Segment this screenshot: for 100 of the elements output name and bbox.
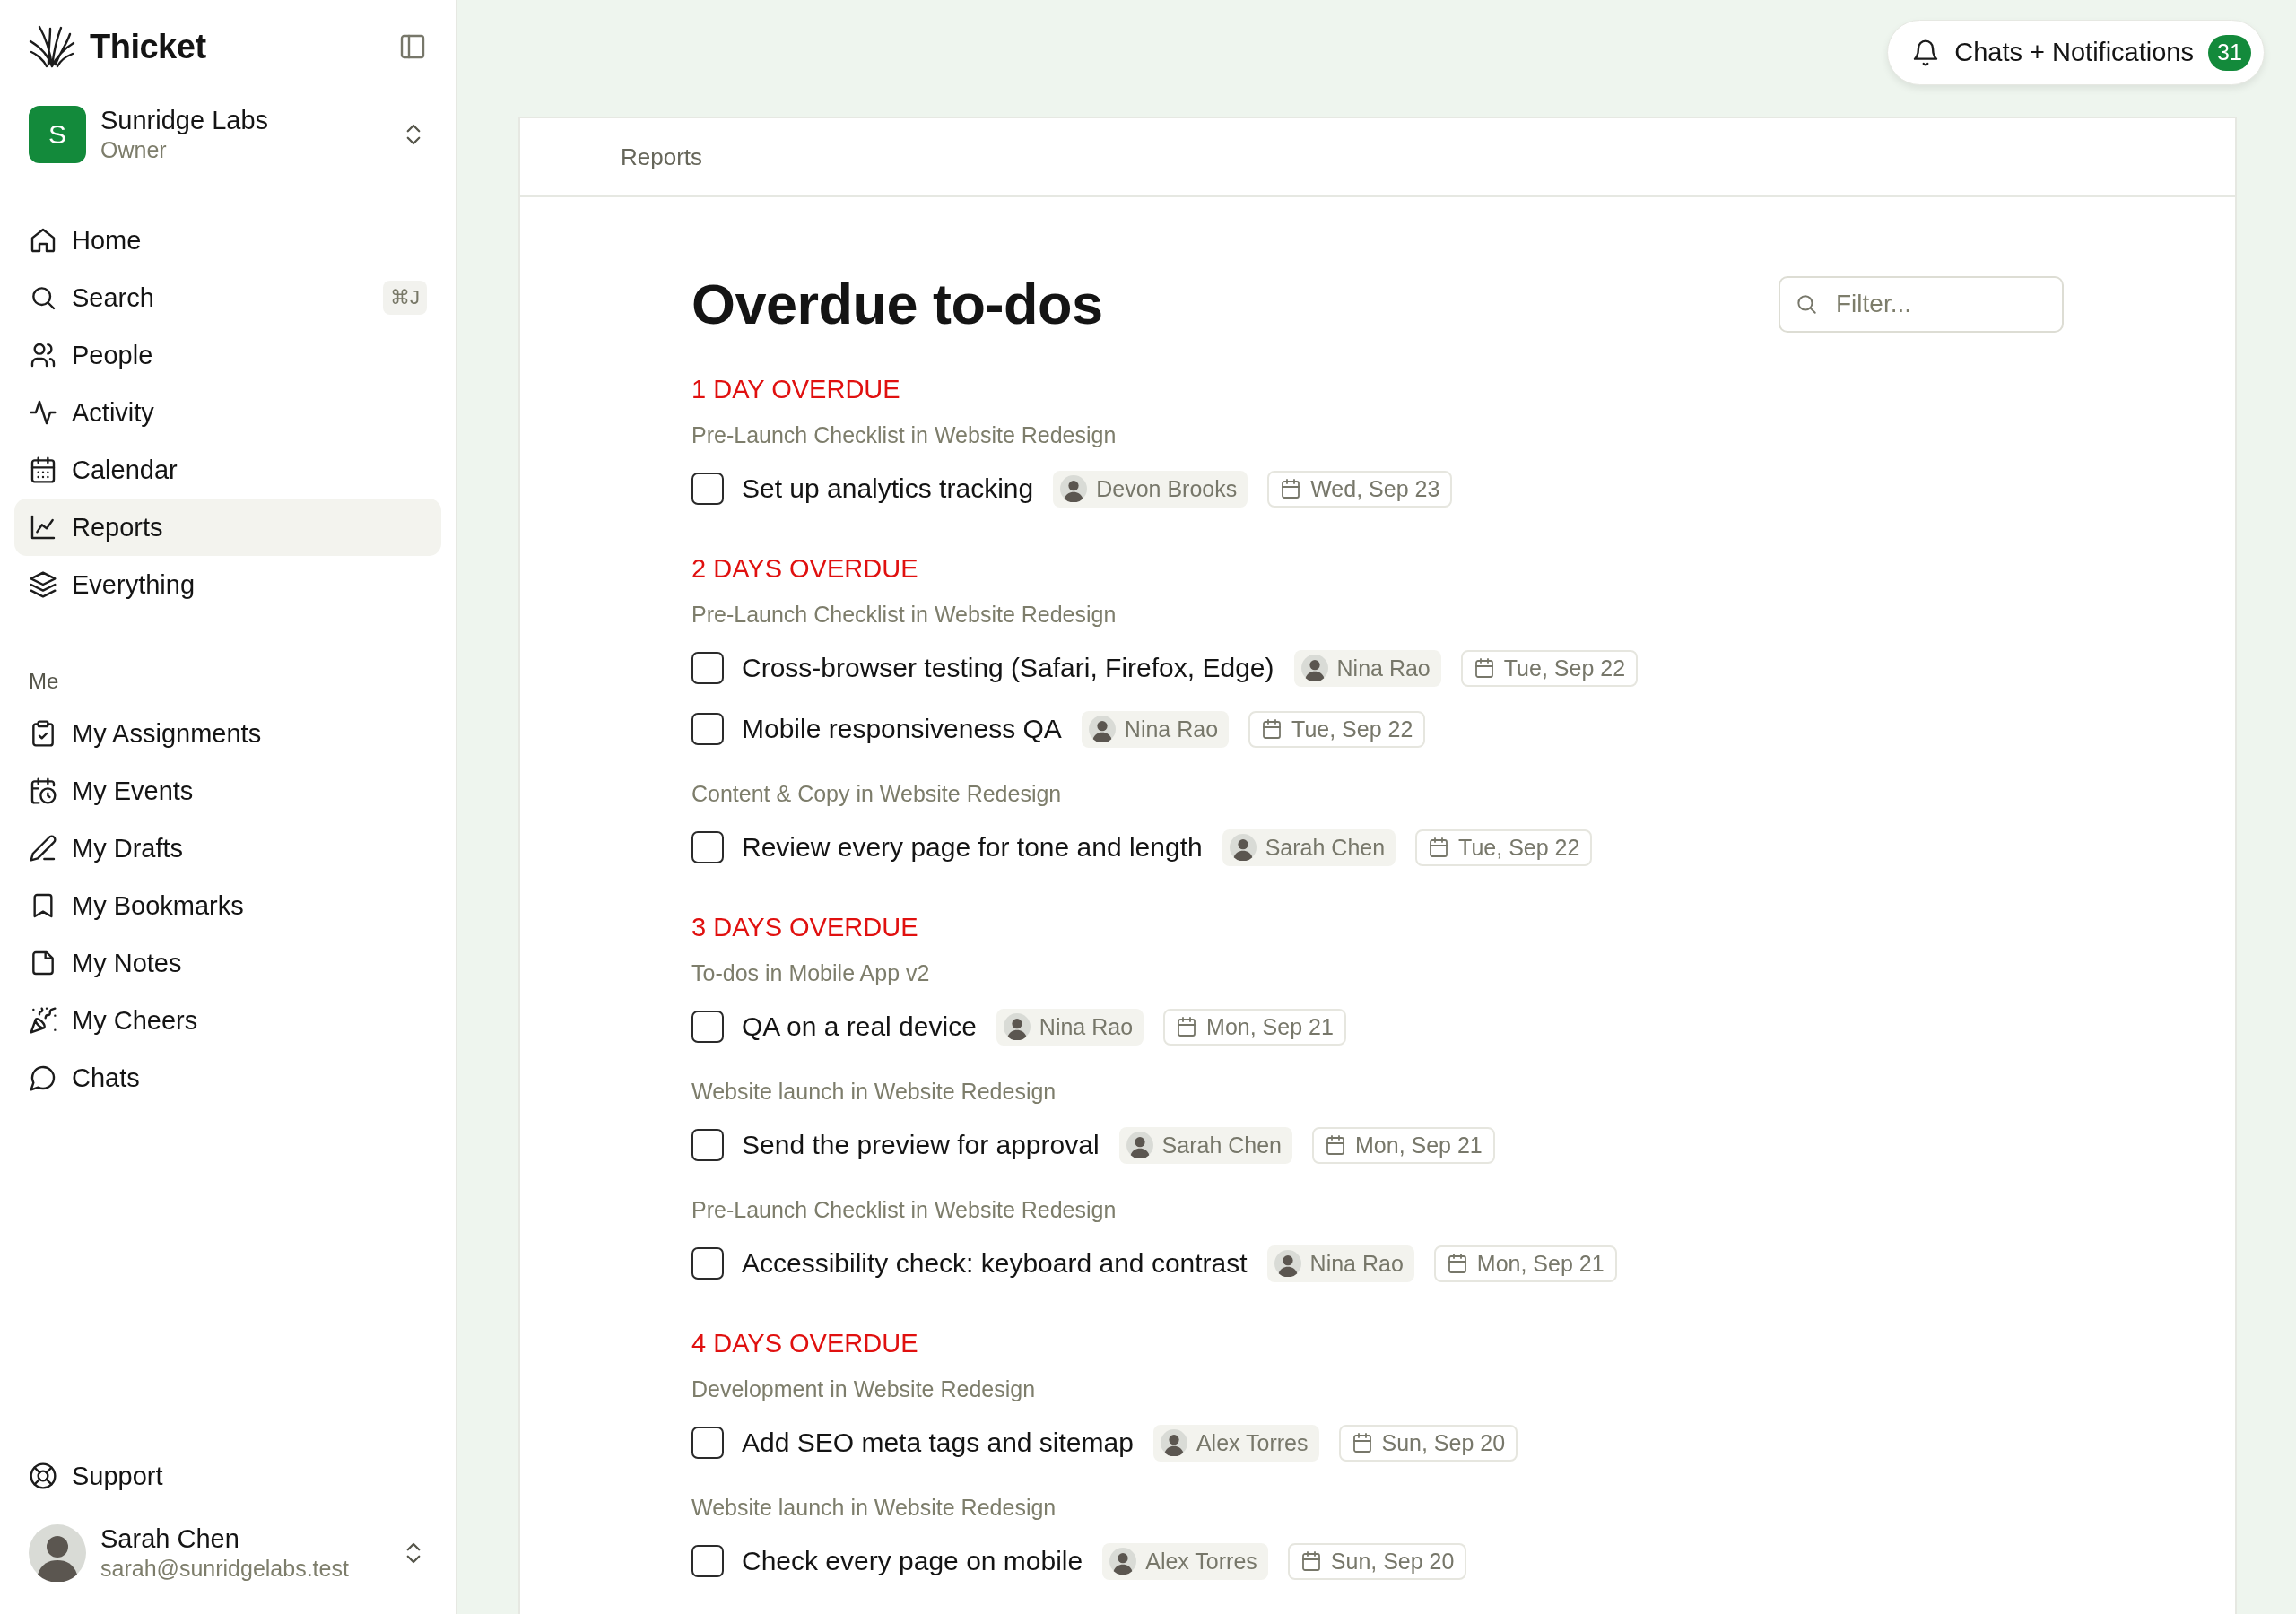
due-date-chip[interactable]: Tue, Sep 22 [1415,829,1593,866]
chat-bubble-icon [29,1063,57,1092]
todo-title[interactable]: Mobile responsiveness QA [742,714,1062,744]
calendar-clock-icon [29,777,57,805]
list-name: Website launch in Website Redesign [691,1494,1057,1522]
checkbox[interactable] [691,1129,724,1161]
assignee-chip[interactable]: Sarah Chen [1118,1126,1292,1164]
group-heading: 4 DAYS OVERDUE [691,1328,919,1359]
assignee-name: Nina Rao [1124,716,1219,742]
support-link[interactable]: Support [14,1447,441,1505]
avatar [1229,834,1257,861]
assignee-chip[interactable]: Nina Rao [1081,710,1230,748]
calendar-icon [1473,657,1495,679]
assignee-chip[interactable]: Sarah Chen [1222,829,1396,866]
list-name: Website launch in Website Redesign [691,1078,1057,1106]
nav-item[interactable]: My Assignments [14,705,441,762]
checkbox[interactable] [691,1011,724,1043]
due-date: Sun, Sep 20 [1330,1548,1455,1575]
todo-title[interactable]: Cross-browser testing (Safari, Firefox, Edge) [742,653,1274,683]
list-name: To-dos in Mobile App v2 [691,959,931,987]
avatar [1060,475,1088,502]
todo-title[interactable]: Set up analytics tracking [742,473,1034,504]
people-icon [29,341,57,369]
avatar [29,1524,86,1582]
assignee-chip[interactable]: Nina Rao [1293,649,1441,687]
line-chart-icon [29,513,57,542]
due-date-chip[interactable]: Mon, Sep 21 [1312,1126,1495,1164]
due-date: Mon, Sep 21 [1355,1132,1483,1158]
assignee-chip[interactable]: Nina Rao [1266,1245,1414,1282]
todo-title[interactable]: Check every page on mobile [742,1546,1083,1576]
nav-item[interactable]: My Bookmarks [14,877,441,934]
sidebar-toggle-icon[interactable] [398,32,427,61]
due-date-chip[interactable]: Mon, Sep 21 [1163,1008,1346,1046]
layers-icon [29,570,57,599]
assignee-chip[interactable]: Alex Torres [1102,1542,1268,1580]
assignee-name: Sarah Chen [1161,1132,1282,1158]
todo-title[interactable]: Accessibility check: keyboard and contrast [742,1248,1248,1279]
shortcut-key: ⌘J [383,281,427,315]
checkbox[interactable] [691,1545,724,1577]
checkbox[interactable] [691,713,724,745]
breadcrumb[interactable]: Reports [621,143,703,171]
nav-item[interactable]: My Events [14,762,441,820]
group-heading: 1 DAY OVERDUE [691,374,901,405]
notifications-button[interactable]: Chats + Notifications 31 [1887,20,2265,85]
due-date: Tue, Sep 22 [1503,655,1626,681]
checkbox[interactable] [691,831,724,863]
nav-item[interactable]: Search ⌘J [14,269,441,326]
due-date-chip[interactable]: Tue, Sep 22 [1248,710,1426,748]
workspace-name: Sunridge Labs [100,106,270,135]
calendar-icon [29,456,57,484]
calendar-icon [1280,478,1302,499]
group-heading: 2 DAYS OVERDUE [691,553,919,585]
assignee-name: Nina Rao [1039,1013,1134,1040]
list-name: Content & Copy in Website Redesign [691,780,1063,808]
nav-item[interactable]: Home [14,212,441,269]
nav-item[interactable]: Chats [14,1049,441,1106]
avatar [1109,1548,1137,1575]
section-heading: Me [28,668,60,694]
list-name: Pre-Launch Checklist in Website Redesign [691,601,1118,629]
todo-title[interactable]: Review every page for tone and length [742,832,1203,863]
assignee-name: Alex Torres [1196,1429,1309,1456]
todo-title[interactable]: QA on a real device [742,1011,977,1042]
nav-item[interactable]: People [14,326,441,384]
checkbox[interactable] [691,1247,724,1280]
home-icon [29,226,57,255]
assignee-chip[interactable]: Alex Torres [1152,1424,1319,1462]
page-title: Overdue to-dos [691,272,1103,336]
list-name: Pre-Launch Checklist in Website Redesign [691,421,1118,449]
avatar [1274,1250,1301,1277]
assignee-chip[interactable]: Devon Brooks [1053,470,1248,508]
filter-field[interactable]: Filter... [1779,275,2064,333]
due-date-chip[interactable]: Tue, Sep 22 [1460,649,1639,687]
checkbox[interactable] [691,1427,724,1459]
pencil-icon [29,834,57,863]
logo-icon [29,25,75,68]
nav-item[interactable]: My Drafts [14,820,441,877]
nav-item[interactable]: Calendar [14,441,441,499]
nav-item[interactable]: My Notes [14,934,441,992]
due-date-chip[interactable]: Wed, Sep 23 [1267,470,1453,508]
due-date-chip[interactable]: Sun, Sep 20 [1287,1542,1467,1580]
todo-title[interactable]: Send the preview for approval [742,1130,1100,1160]
user-name: Sarah Chen [100,1524,240,1554]
nav-item[interactable]: Reports [14,499,441,556]
avatar [1126,1132,1153,1158]
nav-item[interactable]: Activity [14,384,441,441]
assignee-name: Alex Torres [1145,1548,1257,1575]
party-popper-icon [29,1006,57,1035]
checkbox[interactable] [691,473,724,505]
checkbox[interactable] [691,652,724,684]
calendar-icon [1428,837,1450,858]
todo-title[interactable]: Add SEO meta tags and sitemap [742,1427,1134,1458]
workspace-avatar: S [29,106,86,163]
due-date-chip[interactable]: Sun, Sep 20 [1338,1424,1518,1462]
nav-item[interactable]: My Cheers [14,992,441,1049]
nav-item[interactable]: Everything [14,556,441,613]
app-name: Thicket [90,27,207,66]
calendar-icon [1325,1134,1346,1156]
due-date-chip[interactable]: Mon, Sep 21 [1433,1245,1617,1282]
due-date: Mon, Sep 21 [1206,1013,1334,1040]
assignee-chip[interactable]: Nina Rao [996,1008,1144,1046]
